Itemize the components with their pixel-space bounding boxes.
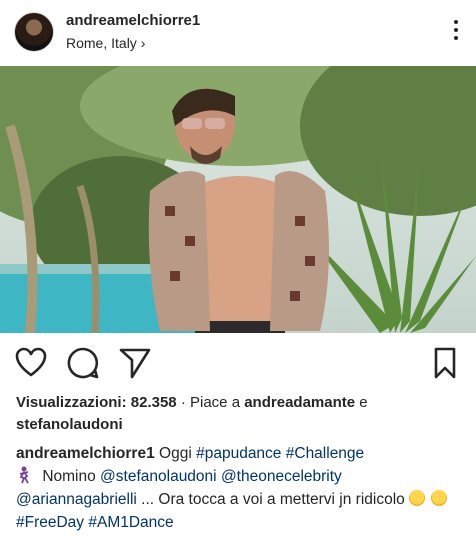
send-icon[interactable] <box>118 346 152 380</box>
post-actions <box>0 340 476 386</box>
hashtag-link[interactable]: #papudance <box>196 445 281 462</box>
liked-by-prefix: Piace a <box>190 394 241 411</box>
comment-icon[interactable] <box>66 346 100 380</box>
stats-separator: · <box>180 394 186 411</box>
video-frame <box>0 66 476 333</box>
post-caption: andreamelchiorre1 Oggi #papudance #Chall… <box>16 442 466 534</box>
hashtag-link[interactable]: #AM1Dance <box>88 514 173 531</box>
mention-link[interactable]: @theonecelebrity <box>221 468 342 485</box>
caption-author-link[interactable]: andreamelchiorre1 <box>16 445 155 462</box>
dancer-emoji-icon <box>19 466 29 484</box>
post-username[interactable]: andreamelchiorre1 <box>66 12 200 29</box>
location-label[interactable]: Rome, Italy <box>66 35 137 51</box>
caption-text: Oggi <box>159 445 192 462</box>
chevron-right-icon: › <box>140 35 146 51</box>
hashtag-link[interactable]: #Challenge <box>286 445 364 462</box>
grinning-emoji-icon <box>431 490 448 506</box>
liked-by-user-link[interactable]: andreadamante <box>244 394 355 411</box>
hashtag-link[interactable]: #FreeDay <box>16 514 84 531</box>
laughing-emoji-icon <box>409 490 426 506</box>
mention-link[interactable]: @ariannagabrielli <box>16 491 137 508</box>
liked-by-user2-link[interactable]: stefanolaudoni <box>16 416 123 433</box>
liked-by-conjunction: e <box>359 394 368 411</box>
avatar[interactable] <box>14 12 54 52</box>
more-options-icon[interactable] <box>452 18 460 46</box>
bookmark-icon[interactable] <box>428 346 462 380</box>
views-count[interactable]: 82.358 <box>131 394 177 411</box>
post-video[interactable] <box>0 66 476 333</box>
post-location[interactable]: Rome, Italy › <box>66 35 145 51</box>
caption-text: Nomino <box>42 468 96 485</box>
mention-link[interactable]: @stefanolaudoni <box>100 468 217 485</box>
heart-icon[interactable] <box>14 346 48 380</box>
post-header: andreamelchiorre1 Rome, Italy › <box>0 0 476 66</box>
post-stats: Visualizzazioni: 82.358 · Piace a andrea… <box>16 392 466 436</box>
views-label: Visualizzazioni: <box>16 394 127 411</box>
caption-text: ... Ora tocca a voi a mettervi jn ridico… <box>141 491 405 508</box>
